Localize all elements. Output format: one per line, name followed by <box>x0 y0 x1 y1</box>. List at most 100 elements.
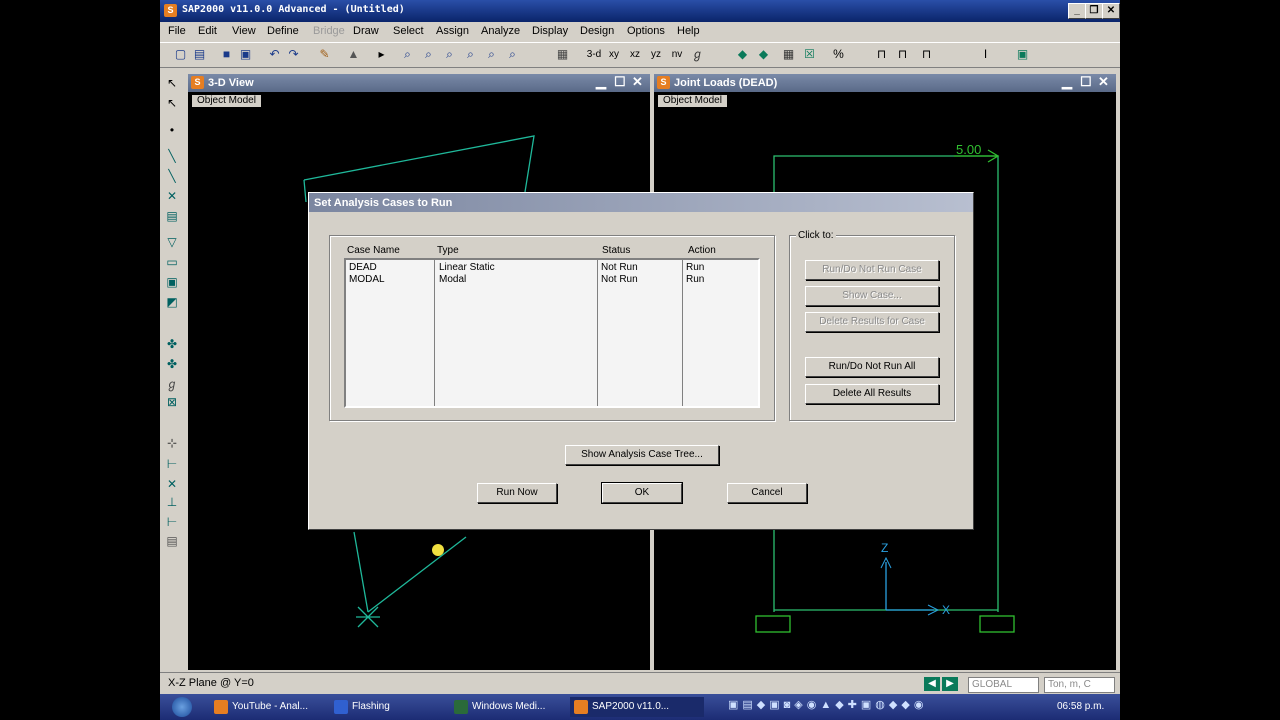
frame-icon[interactable]: ⊓ <box>873 46 890 63</box>
row-dead-name[interactable]: DEAD <box>349 262 377 273</box>
row-modal-action[interactable]: Run <box>686 274 704 285</box>
link-icon[interactable]: ✤ <box>163 335 181 353</box>
prev-arrow-icon[interactable]: ◀ <box>924 677 940 691</box>
snap-end-icon[interactable]: ⊢ <box>163 455 181 473</box>
row-modal-status[interactable]: Not Run <box>601 274 638 285</box>
redo-icon[interactable]: ↷ <box>285 46 302 63</box>
view-nv-button[interactable]: nv <box>668 46 686 63</box>
menu-assign[interactable]: Assign <box>436 25 469 37</box>
start-button[interactable] <box>172 697 192 717</box>
view-3d-button[interactable]: 3-d <box>583 46 605 63</box>
menu-view[interactable]: View <box>232 25 256 37</box>
check-icon[interactable]: ☒ <box>801 46 818 63</box>
pane-close-icon[interactable]: ✕ <box>632 74 643 90</box>
snap-perp-icon[interactable]: ⊥ <box>163 493 181 511</box>
view-xz-button[interactable]: xz <box>626 46 644 63</box>
tray-icons[interactable]: ▣▤◆▣◙◈◉▲◆✚▣◍◆◆◉ <box>728 698 1048 716</box>
menu-options[interactable]: Options <box>627 25 665 37</box>
lock-icon[interactable]: ▲ <box>345 46 362 63</box>
delete-results-case-button[interactable]: Delete Results for Case <box>805 312 939 332</box>
run-icon[interactable]: ▸ <box>373 46 390 63</box>
run-now-button[interactable]: Run Now <box>477 483 557 503</box>
show-case-tree-button[interactable]: Show Analysis Case Tree... <box>565 445 719 465</box>
set-display-icon[interactable]: ▦ <box>780 46 797 63</box>
perspective-icon[interactable]: ℊ <box>689 46 706 63</box>
3d-view-icon[interactable]: ▦ <box>554 46 571 63</box>
restore-icon[interactable]: ❐ <box>1085 3 1103 19</box>
zoom-previous-icon[interactable]: ⌕ <box>504 46 521 63</box>
coord-system-select[interactable]: GLOBAL <box>968 677 1039 693</box>
pane-restore-icon[interactable]: ☐ <box>614 74 626 90</box>
refresh-icon[interactable]: ⌕ <box>483 46 500 63</box>
zoom-in-icon[interactable]: ⌕ <box>420 46 437 63</box>
pointer-icon[interactable]: ↖ <box>163 74 181 92</box>
units-select[interactable]: Ton, m, C <box>1044 677 1115 693</box>
brace-icon[interactable]: ⊓ <box>894 46 911 63</box>
draw-poly-icon[interactable]: ▽ <box>163 233 181 251</box>
save-icon[interactable]: ■ <box>218 46 235 63</box>
pane-restore-icon[interactable]: ☐ <box>1080 74 1092 90</box>
link2-icon[interactable]: ✤ <box>163 355 181 373</box>
menu-select[interactable]: Select <box>393 25 424 37</box>
quick-frame-icon[interactable]: ╲ <box>163 167 181 185</box>
cancel-button[interactable]: Cancel <box>727 483 807 503</box>
truss-icon[interactable]: ⊓ <box>918 46 935 63</box>
draw-rect-icon[interactable]: ▭ <box>163 253 181 271</box>
task-flashing[interactable]: Flashing <box>330 697 464 717</box>
pane-minimize-icon[interactable]: ▁ <box>596 74 606 90</box>
task-windows-media[interactable]: Windows Medi... <box>450 697 584 717</box>
snap-icon[interactable]: ⊠ <box>163 393 181 411</box>
section-icon[interactable]: I <box>977 46 994 63</box>
pan-icon[interactable]: ⌕ <box>462 46 479 63</box>
snap-line-icon[interactable]: ⊢ <box>163 513 181 531</box>
reshape-icon[interactable]: ↖ <box>163 94 181 112</box>
delete-all-results-button[interactable]: Delete All Results <box>805 384 939 404</box>
down-arrow-icon[interactable]: ◆ <box>755 46 772 63</box>
pane-close-icon[interactable]: ✕ <box>1098 74 1109 90</box>
row-dead-action[interactable]: Run <box>686 262 704 273</box>
next-arrow-icon[interactable]: ▶ <box>942 677 958 691</box>
cases-list[interactable]: DEAD Linear Static Not Run Run MODAL Mod… <box>344 258 760 408</box>
menu-draw[interactable]: Draw <box>353 25 379 37</box>
view-yz-button[interactable]: yz <box>647 46 665 63</box>
new-icon[interactable]: ▢ <box>172 46 189 63</box>
show-case-button[interactable]: Show Case... <box>805 286 939 306</box>
menu-analyze[interactable]: Analyze <box>481 25 520 37</box>
pencil-icon[interactable]: ✎ <box>316 46 333 63</box>
menu-display[interactable]: Display <box>532 25 568 37</box>
menu-edit[interactable]: Edit <box>198 25 217 37</box>
ok-button[interactable]: OK <box>601 482 683 504</box>
up-arrow-icon[interactable]: ◆ <box>734 46 751 63</box>
row-modal-type[interactable]: Modal <box>439 274 466 285</box>
task-sap2000[interactable]: SAP2000 v11.0... <box>570 697 704 717</box>
tendon-icon[interactable]: ℊ <box>163 375 181 393</box>
quick-area-icon[interactable]: ▣ <box>163 273 181 291</box>
pane-minimize-icon[interactable]: ▁ <box>1062 74 1072 90</box>
minimize-icon[interactable]: _ <box>1068 3 1086 19</box>
view-xy-button[interactable]: xy <box>605 46 623 63</box>
run-not-run-case-button[interactable]: Run/Do Not Run Case <box>805 260 939 280</box>
percent-icon[interactable]: % <box>830 46 847 63</box>
menu-define[interactable]: Define <box>267 25 299 37</box>
run-not-run-all-button[interactable]: Run/Do Not Run All <box>805 357 939 377</box>
point-icon[interactable]: • <box>163 121 181 139</box>
task-youtube[interactable]: YouTube - Anal... <box>210 697 344 717</box>
menu-file[interactable]: File <box>168 25 186 37</box>
zoom-rubber-icon[interactable]: ⌕ <box>399 46 416 63</box>
menu-bridge[interactable]: Bridge <box>313 25 345 37</box>
snap-intersect-icon[interactable]: ✕ <box>163 475 181 493</box>
brace-draw-icon[interactable]: ✕ <box>163 187 181 205</box>
row-dead-status[interactable]: Not Run <box>601 262 638 273</box>
snap-grid-icon[interactable]: ▤ <box>163 532 181 550</box>
row-modal-name[interactable]: MODAL <box>349 274 385 285</box>
undo-icon[interactable]: ↶ <box>266 46 283 63</box>
solid-icon[interactable]: ◩ <box>163 293 181 311</box>
print-icon[interactable]: ▣ <box>237 46 254 63</box>
menu-help[interactable]: Help <box>677 25 700 37</box>
zoom-out-icon[interactable]: ⌕ <box>441 46 458 63</box>
menu-design[interactable]: Design <box>580 25 614 37</box>
section-cut-icon[interactable]: ▤ <box>163 207 181 225</box>
draw-frame-icon[interactable]: ╲ <box>163 147 181 165</box>
close-icon[interactable]: ✕ <box>1102 3 1120 19</box>
material-icon[interactable]: ▣ <box>1014 46 1031 63</box>
